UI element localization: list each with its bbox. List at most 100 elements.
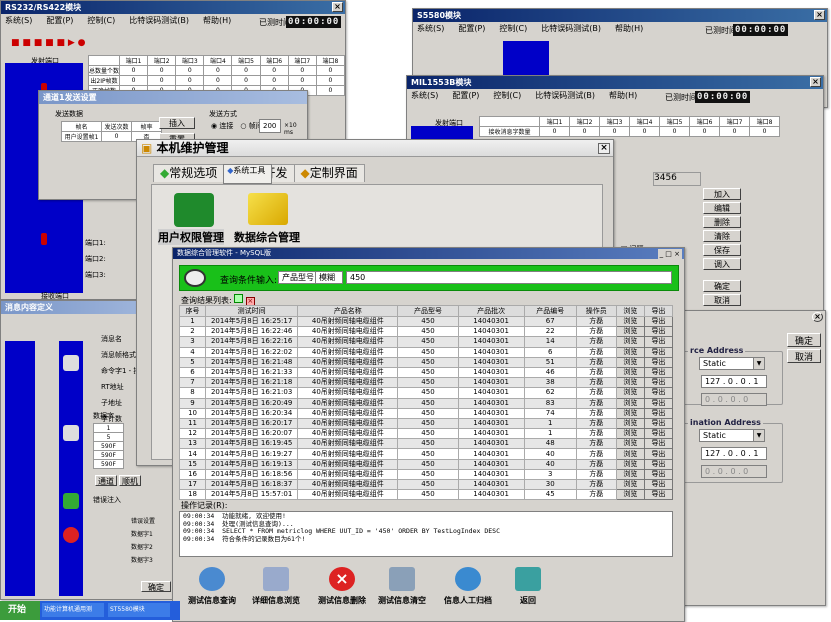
taskbar-item[interactable]: 功能计算机通用测 <box>42 603 104 617</box>
sequence-tab[interactable]: 顺机 <box>119 475 141 486</box>
browse-button[interactable]: 浏览 <box>615 366 645 379</box>
save-button[interactable]: 保存 <box>703 244 741 256</box>
checkmark-icon[interactable] <box>248 193 288 225</box>
table-row[interactable]: 11 2014年5月8日 16:20:17 40吊射频同轴电缆组件 450 140403… <box>178 417 674 430</box>
delete-button[interactable]: 删除 <box>703 216 741 228</box>
export-button[interactable]: 导出 <box>643 326 674 338</box>
browse-button[interactable]: 浏览 <box>615 326 645 338</box>
source-ip-field[interactable]: 127 . 0 . 0 . 1 <box>701 375 767 388</box>
chevron-down-icon[interactable]: ▼ <box>753 358 764 369</box>
archive-button[interactable]: 信息人工归档 <box>435 567 501 606</box>
return-button[interactable]: 返回 <box>495 567 561 606</box>
users-icon[interactable] <box>174 193 214 227</box>
toolbar-icons[interactable]: ■ ■ ■ ■ ■ ▶ ● <box>11 38 85 48</box>
table-row[interactable]: 6 2014年5月8日 16:21:33 40吊射频同轴电缆组件 450 1404030… <box>178 366 674 379</box>
export-button[interactable]: 导出 <box>643 438 674 450</box>
browse-button[interactable]: 浏览 <box>615 417 645 430</box>
hex-field[interactable]: 3456 <box>653 172 701 186</box>
browse-button[interactable]: 浏览 <box>615 315 645 328</box>
confirm-button[interactable]: 确定 <box>787 333 821 347</box>
ok-button[interactable]: 确定 <box>141 581 171 592</box>
close-icon[interactable]: × <box>810 77 821 87</box>
table-row[interactable]: 2 2014年5月8日 16:22:46 40吊射频同轴电缆组件 450 1404030… <box>178 326 674 338</box>
edit-button[interactable]: 编辑 <box>703 202 741 214</box>
clear-button[interactable]: 清除 <box>703 230 741 242</box>
browse-button[interactable]: 浏览 <box>615 489 645 501</box>
tab-custom-ui[interactable]: ◆定制界面 <box>293 164 365 182</box>
export-button[interactable]: 导出 <box>643 407 674 419</box>
dest-mask-field[interactable]: 0 . 0 . 0 . 0 <box>701 465 767 478</box>
load-button[interactable]: 调入 <box>703 258 741 270</box>
cancel-button[interactable]: 取消 <box>703 294 741 306</box>
browse-button[interactable]: 浏览 <box>615 346 645 358</box>
tab-system-tools[interactable]: ◆系统工具 <box>223 164 273 184</box>
table-row[interactable]: 14 2014年5月8日 16:19:27 40吊射频同轴电缆组件 450 140403… <box>178 448 674 460</box>
browse-button[interactable]: 浏览 <box>615 428 645 440</box>
browse-button[interactable]: 浏览 <box>615 397 645 409</box>
menu-system[interactable]: 系统(S) <box>5 16 32 25</box>
table-row[interactable]: 15 2014年5月8日 16:19:13 40吊射频同轴电缆组件 450 140403… <box>178 458 674 470</box>
query-button[interactable]: 测试信息查询 <box>179 567 245 606</box>
table-row[interactable]: 7 2014年5月8日 16:21:18 40吊射频同轴电缆组件 450 1404030… <box>178 377 674 389</box>
close-icon[interactable]: × <box>598 143 610 154</box>
table-row[interactable]: 12 2014年5月8日 16:20:07 40吊射频同轴电缆组件 450 140403… <box>178 428 674 440</box>
start-button[interactable]: 开始 <box>0 601 40 620</box>
export-button[interactable]: 导出 <box>643 428 674 440</box>
export-button[interactable]: 导出 <box>643 458 674 470</box>
export-button[interactable]: 导出 <box>643 336 674 348</box>
close-icon[interactable]: × <box>812 312 823 322</box>
browse-button[interactable]: 浏览 <box>615 468 645 481</box>
table-row[interactable]: 13 2014年5月8日 16:19:45 40吊射频同轴电缆组件 450 140403… <box>178 438 674 450</box>
export-button[interactable]: 导出 <box>643 366 674 379</box>
table-row[interactable]: 16 2014年5月8日 16:18:56 40吊射频同轴电缆组件 450 140403… <box>178 468 674 481</box>
menu-bert[interactable]: 比特误码测试(B) <box>129 16 189 25</box>
table-row[interactable]: 9 2014年5月8日 16:20:49 40吊射频同轴电缆组件 450 1404030… <box>178 397 674 409</box>
close-icon[interactable]: × <box>814 10 825 20</box>
browse-button[interactable]: 浏览 <box>615 448 645 460</box>
tab-general[interactable]: ◆常规选项 <box>153 164 225 182</box>
export-button[interactable]: 导出 <box>643 468 674 481</box>
run-icon[interactable] <box>63 493 79 509</box>
export-button[interactable]: 导出 <box>643 448 674 460</box>
add-icon[interactable] <box>234 294 244 303</box>
source-mask-field[interactable]: 0 . 0 . 0 . 0 <box>701 393 767 406</box>
data-management-label[interactable]: 数据综合管理 <box>234 229 300 245</box>
browse-button[interactable]: 浏览 <box>615 356 645 368</box>
browse-button[interactable]: 浏览 <box>615 336 645 348</box>
cancel-button[interactable]: 取消 <box>787 349 821 363</box>
interval-field[interactable]: 200 <box>259 119 281 133</box>
taskbar-item[interactable]: ST5580模块 <box>108 603 170 617</box>
menu-control[interactable]: 控制(C) <box>87 16 115 25</box>
export-button[interactable]: 导出 <box>643 417 674 430</box>
detail-button[interactable]: 详细信息浏览 <box>243 567 309 606</box>
browse-button[interactable]: 浏览 <box>615 407 645 419</box>
table-row[interactable]: 3 2014年5月8日 16:22:16 40吊射频同轴电缆组件 450 1404030… <box>178 336 674 348</box>
table-row[interactable]: 18 2014年5月8日 15:57:01 40吊射频同轴电缆组件 450 140403… <box>178 489 674 501</box>
channel-tab[interactable]: 通道 <box>95 475 117 486</box>
export-button[interactable]: 导出 <box>643 377 674 389</box>
export-button[interactable]: 导出 <box>643 356 674 368</box>
table-row[interactable]: 5 2014年5月8日 16:21:48 40吊射频同轴电缆组件 450 1404030… <box>178 356 674 368</box>
chevron-down-icon[interactable]: ▼ <box>753 430 764 441</box>
browse-button[interactable]: 浏览 <box>615 458 645 470</box>
add-button[interactable]: 加入 <box>703 188 741 200</box>
browse-button[interactable]: 浏览 <box>615 377 645 389</box>
dest-ip-field[interactable]: 127 . 0 . 0 . 1 <box>701 447 767 460</box>
window-controls[interactable]: _ □ × <box>657 249 682 260</box>
export-button[interactable]: 导出 <box>643 387 674 399</box>
ok-icon[interactable] <box>63 355 79 371</box>
doc-icon[interactable] <box>63 425 79 441</box>
match-select[interactable]: 模糊 <box>315 271 343 284</box>
dest-mode-select[interactable]: Static ▼ <box>699 429 765 442</box>
export-button[interactable]: 导出 <box>643 397 674 409</box>
export-button[interactable]: 导出 <box>643 346 674 358</box>
menu-help[interactable]: 帮助(H) <box>203 16 231 25</box>
browse-button[interactable]: 浏览 <box>615 438 645 450</box>
export-button[interactable]: 导出 <box>643 315 674 328</box>
table-row[interactable]: 8 2014年5月8日 16:21:03 40吊射频同轴电缆组件 450 1404030… <box>178 387 674 399</box>
export-button[interactable]: 导出 <box>643 489 674 501</box>
confirm-button[interactable]: 确定 <box>703 280 741 292</box>
source-mode-select[interactable]: Static ▼ <box>699 357 765 370</box>
user-permission-label[interactable]: 用户权限管理 <box>158 229 224 245</box>
table-row[interactable]: 10 2014年5月8日 16:20:34 40吊射频同轴电缆组件 450 140403… <box>178 407 674 419</box>
